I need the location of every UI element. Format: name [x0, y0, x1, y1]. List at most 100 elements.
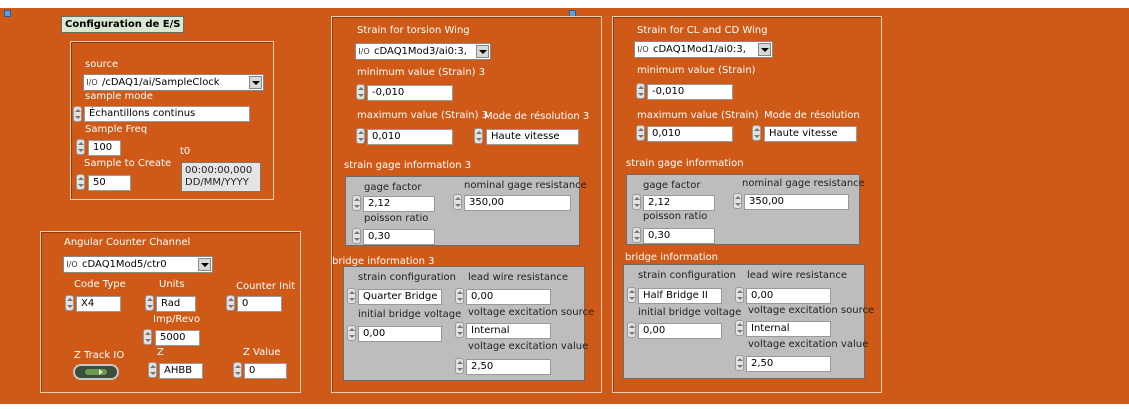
torsion-nominal-label: nominal gage resistance: [464, 180, 587, 191]
clcd-min-field[interactable]: -0,010: [647, 84, 733, 100]
clcd-init-label: initial bridge voltage: [638, 307, 742, 318]
dropdown-arrow-icon[interactable]: [249, 76, 262, 89]
clcd-gage-factor-field[interactable]: 2,12: [643, 195, 715, 211]
sample-mode-field[interactable]: Échantillons continus: [84, 106, 250, 122]
io-name-icon: I/O: [66, 260, 78, 269]
clcd-min-stepper[interactable]: [636, 83, 645, 99]
clcd-vvalue-label: voltage excitation value: [748, 339, 869, 350]
clcd-strain-config-field[interactable]: Half Bridge II: [638, 288, 722, 304]
torsion-gage-factor-stepper[interactable]: [352, 195, 361, 211]
clcd-nominal-field[interactable]: 350,00: [744, 194, 849, 210]
torsion-strain-config-stepper[interactable]: [347, 288, 356, 304]
clcd-max-field[interactable]: 0,010: [647, 126, 733, 142]
code-type-label: Code Type: [74, 279, 126, 290]
clcd-min-label: minimum value (Strain): [637, 65, 756, 76]
torsion-poisson-field[interactable]: 0,30: [363, 229, 435, 245]
clcd-vvalue-stepper[interactable]: [735, 355, 744, 371]
counter-init-field[interactable]: 0: [237, 296, 282, 312]
clcd-init-field[interactable]: 0,00: [638, 323, 722, 339]
source-dropdown[interactable]: I/O /cDAQ1/ai/SampleClock: [83, 74, 264, 91]
torsion-mode-stepper[interactable]: [474, 128, 483, 144]
clcd-bridge-title: bridge information: [625, 252, 718, 263]
torsion-strain-config-field[interactable]: Quarter Bridge I: [358, 289, 442, 305]
clcd-vsource-field[interactable]: Internal: [746, 321, 831, 337]
t0-time: 00:00:00,000: [185, 165, 253, 176]
counter-init-stepper[interactable]: [226, 295, 235, 311]
torsion-vvalue-stepper[interactable]: [455, 358, 464, 374]
torsion-vvalue-field[interactable]: 2,50: [466, 359, 551, 375]
clcd-poisson-stepper[interactable]: [632, 227, 641, 243]
clcd-lead-stepper[interactable]: [735, 287, 744, 303]
units-label: Units: [159, 279, 185, 290]
clcd-channel-value: cDAQ1Mod1/ai0:3,: [653, 44, 746, 55]
source-label: source: [85, 59, 119, 70]
sample-to-create-stepper[interactable]: [76, 174, 85, 190]
torsion-nominal-field[interactable]: 350,00: [464, 195, 571, 211]
torsion-min-stepper[interactable]: [356, 84, 365, 100]
torsion-lead-field[interactable]: 0,00: [466, 289, 551, 305]
z-value-field[interactable]: 0: [244, 363, 287, 379]
clcd-init-stepper[interactable]: [627, 322, 636, 338]
angular-channel-value: cDAQ1Mod5/ctr0: [82, 259, 167, 270]
sample-to-create-field[interactable]: 50: [88, 175, 131, 191]
clcd-mode-stepper[interactable]: [752, 125, 761, 141]
torsion-vsource-stepper[interactable]: [455, 322, 464, 338]
clcd-vsource-stepper[interactable]: [735, 320, 744, 336]
torsion-strain-config-label: strain configuration: [358, 272, 456, 283]
torsion-init-field[interactable]: 0,00: [358, 326, 442, 342]
sample-freq-stepper[interactable]: [76, 139, 85, 155]
clcd-nominal-stepper[interactable]: [733, 193, 742, 209]
sample-mode-stepper[interactable]: [73, 106, 82, 122]
angular-channel-dropdown[interactable]: I/O cDAQ1Mod5/ctr0: [63, 256, 213, 273]
units-stepper[interactable]: [145, 295, 154, 311]
io-name-icon: I/O: [86, 78, 98, 87]
clcd-max-label: maximum value (Strain): [637, 110, 759, 121]
imp-revo-stepper[interactable]: [143, 329, 152, 345]
torsion-nominal-stepper[interactable]: [453, 194, 462, 210]
config-title: Configuration de E/S: [61, 16, 185, 33]
clcd-max-stepper[interactable]: [636, 125, 645, 141]
torsion-lead-stepper[interactable]: [455, 288, 464, 304]
clcd-mode-field[interactable]: Haute vitesse: [764, 126, 857, 142]
torsion-max-field[interactable]: 0,010: [367, 129, 453, 145]
z-track-label: Z Track IO: [74, 350, 125, 361]
torsion-poisson-stepper[interactable]: [352, 228, 361, 244]
torsion-vsource-label: voltage excitation source: [468, 307, 595, 318]
torsion-vvalue-label: voltage excitation value: [468, 341, 589, 352]
dropdown-arrow-icon[interactable]: [758, 43, 771, 56]
clcd-vvalue-field[interactable]: 2,50: [746, 356, 831, 372]
selection-handle[interactable]: [4, 10, 11, 17]
clcd-strain-config-stepper[interactable]: [627, 287, 636, 303]
torsion-channel-dropdown[interactable]: I/O cDAQ1Mod3/ai0:3,: [355, 43, 491, 60]
toggle-led-icon: [85, 369, 107, 375]
clcd-channel-dropdown[interactable]: I/O cDAQ1Mod1/ai0:3,: [634, 41, 773, 58]
torsion-mode-field[interactable]: Haute vitesse: [486, 129, 579, 145]
torsion-mode-label: Mode de résolution 3: [484, 111, 590, 122]
torsion-gage-factor-field[interactable]: 2,12: [363, 196, 435, 212]
clcd-gage-factor-stepper[interactable]: [632, 194, 641, 210]
dropdown-arrow-icon[interactable]: [476, 45, 489, 58]
imp-revo-field[interactable]: 5000: [155, 330, 200, 346]
clcd-mode-label: Mode de résolution: [764, 110, 860, 121]
dropdown-arrow-icon[interactable]: [198, 258, 211, 271]
source-value: /cDAQ1/ai/SampleClock: [102, 77, 220, 88]
torsion-vsource-field[interactable]: Internal: [466, 323, 551, 339]
counter-init-label: Counter Init: [236, 281, 296, 292]
clcd-gage-factor-label: gage factor: [643, 180, 701, 191]
sample-freq-field[interactable]: 100: [88, 140, 121, 156]
sample-to-create-label: Sample to Create: [84, 158, 172, 169]
torsion-min-field[interactable]: -0,010: [367, 85, 453, 101]
z-track-toggle[interactable]: [73, 364, 119, 380]
z-label: Z: [157, 347, 164, 358]
code-type-stepper[interactable]: [65, 295, 74, 311]
clcd-lead-field[interactable]: 0,00: [746, 288, 831, 304]
torsion-title: Strain for torsion Wing: [357, 25, 470, 36]
z-value-stepper[interactable]: [233, 362, 242, 378]
units-field[interactable]: Rad: [156, 296, 196, 312]
clcd-poisson-field[interactable]: 0,30: [643, 228, 715, 244]
z-stepper[interactable]: [148, 362, 157, 378]
z-field[interactable]: AHBB: [159, 363, 203, 379]
torsion-init-stepper[interactable]: [347, 325, 356, 341]
torsion-max-stepper[interactable]: [356, 128, 365, 144]
code-type-field[interactable]: X4: [76, 296, 121, 312]
